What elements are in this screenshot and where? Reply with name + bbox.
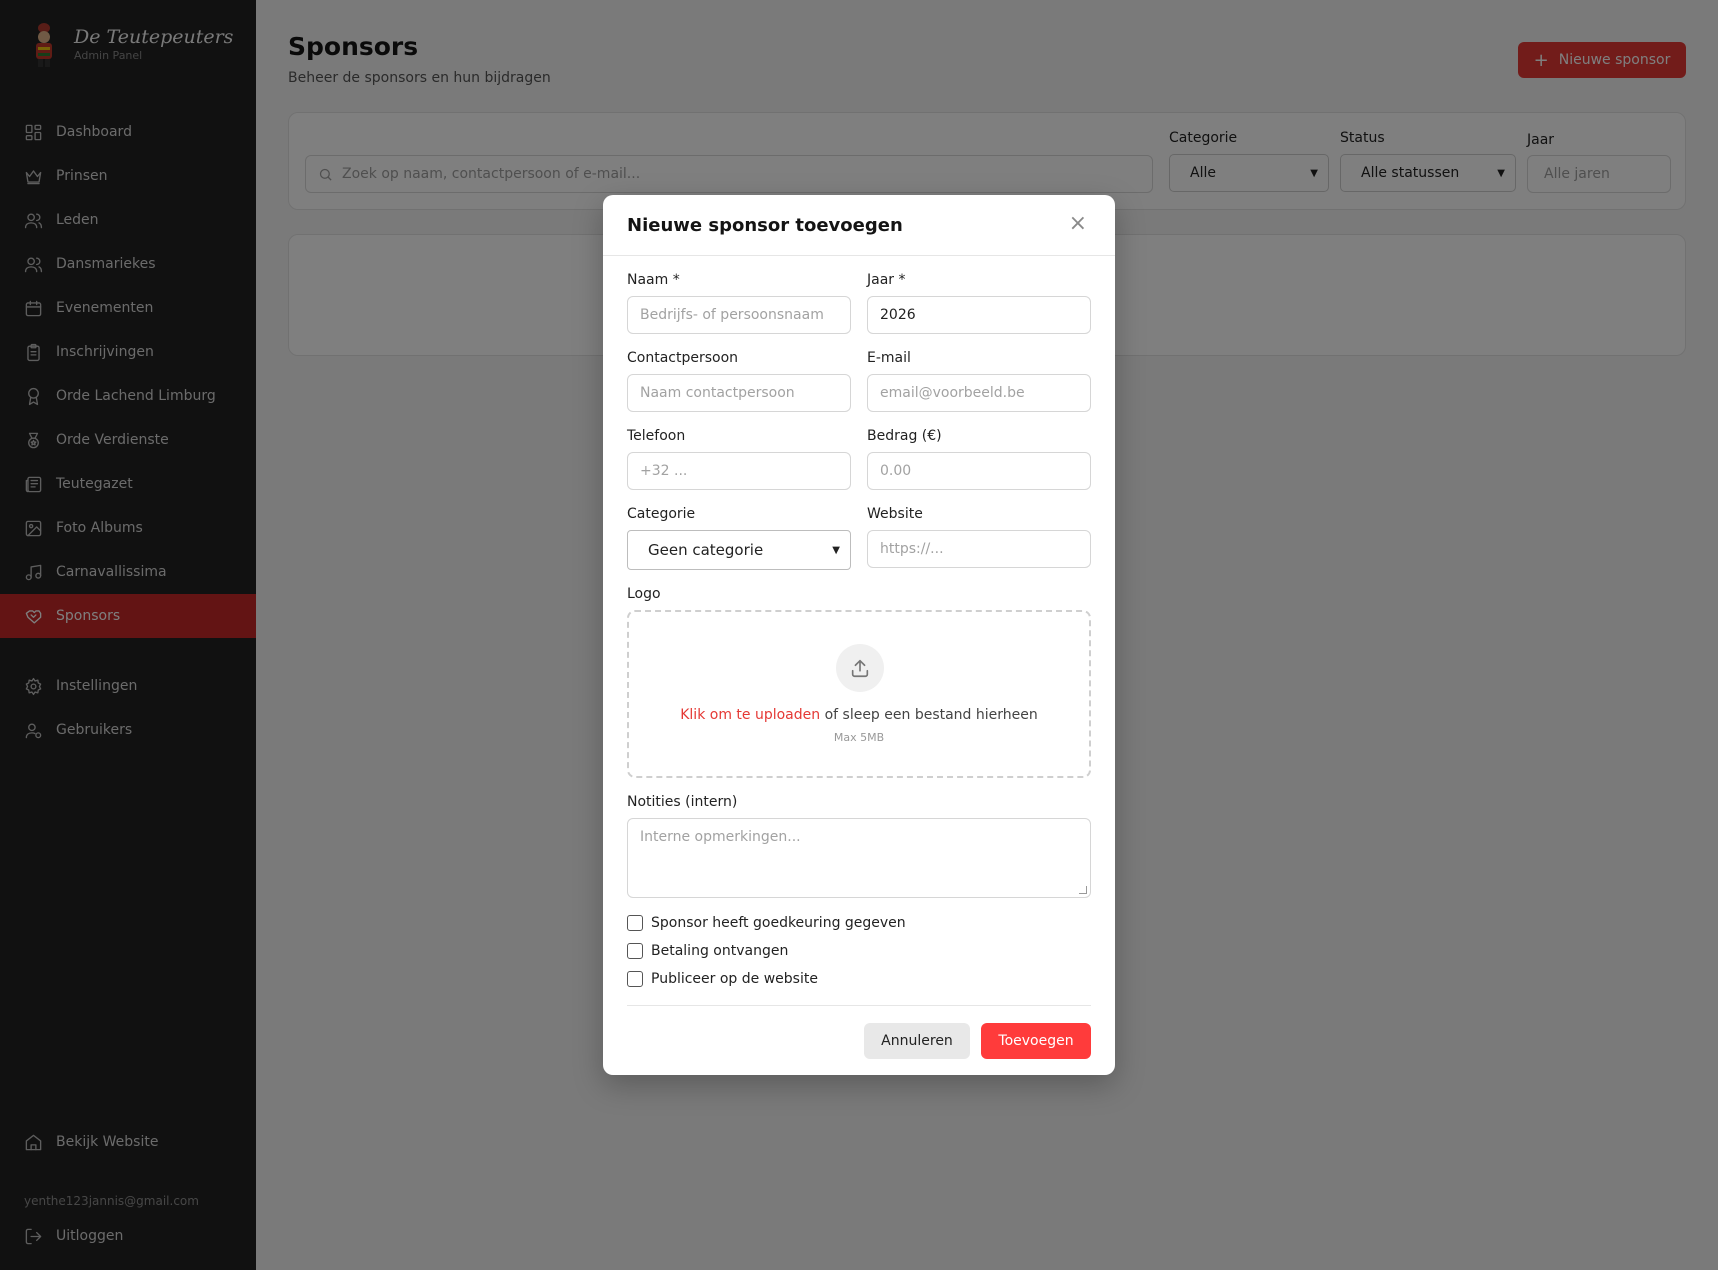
checkbox-box[interactable] <box>627 915 643 931</box>
upload-icon-wrap <box>836 644 884 692</box>
submit-button[interactable]: Toevoegen <box>981 1023 1091 1059</box>
upload-rest: of sleep een bestand hierheen <box>820 707 1038 723</box>
publish-label: Publiceer op de website <box>651 971 818 987</box>
checkbox-box[interactable] <box>627 943 643 959</box>
amount-input[interactable]: 0.00 <box>867 452 1091 490</box>
notes-textarea[interactable]: Interne opmerkingen... <box>627 818 1091 898</box>
payment-checkbox[interactable]: Betaling ontvangen <box>627 943 788 959</box>
contact-input[interactable]: Naam contactpersoon <box>627 374 851 412</box>
new-sponsor-modal: Nieuwe sponsor toevoegen × Naam * Bedrij… <box>603 195 1115 1075</box>
resize-handle[interactable] <box>1079 886 1087 894</box>
category-label: Categorie <box>627 506 696 522</box>
year-label: Jaar * <box>867 272 906 288</box>
year-input[interactable]: 2026 <box>867 296 1091 334</box>
payment-label: Betaling ontvangen <box>651 943 789 959</box>
name-input[interactable]: Bedrijfs- of persoonsnaam <box>627 296 851 334</box>
approval-label: Sponsor heeft goedkeuring gegeven <box>651 915 906 931</box>
name-placeholder: Bedrijfs- of persoonsnaam <box>640 307 824 323</box>
website-placeholder: https://... <box>880 541 944 557</box>
logo-dropzone[interactable]: Klik om te uploaden of sleep een bestand… <box>627 610 1091 778</box>
email-label: E-mail <box>867 350 911 366</box>
upload-link[interactable]: Klik om te uploaden <box>680 707 820 723</box>
category-select[interactable]: Geen categorie ▼ <box>627 530 851 570</box>
chevron-down-icon: ▼ <box>832 544 840 556</box>
upload-icon <box>851 659 869 678</box>
approval-checkbox[interactable]: Sponsor heeft goedkeuring gegeven <box>627 915 906 931</box>
modal-header: Nieuwe sponsor toevoegen × <box>603 195 1115 256</box>
website-label: Website <box>867 506 923 522</box>
email-placeholder: email@voorbeeld.be <box>880 385 1025 401</box>
amount-label: Bedrag (€) <box>867 428 942 444</box>
publish-checkbox[interactable]: Publiceer op de website <box>627 971 818 987</box>
notes-label: Notities (intern) <box>627 794 738 810</box>
phone-label: Telefoon <box>627 428 686 444</box>
upload-text: Klik om te uploaden of sleep een bestand… <box>629 707 1089 723</box>
contact-label: Contactpersoon <box>627 350 739 366</box>
website-input[interactable]: https://... <box>867 530 1091 568</box>
email-field[interactable]: email@voorbeeld.be <box>867 374 1091 412</box>
modal-title: Nieuwe sponsor toevoegen <box>627 215 903 236</box>
year-value: 2026 <box>880 307 916 323</box>
cancel-button[interactable]: Annuleren <box>864 1023 970 1059</box>
upload-max: Max 5MB <box>833 731 885 744</box>
contact-placeholder: Naam contactpersoon <box>640 385 795 401</box>
modal-divider <box>627 1005 1091 1006</box>
amount-placeholder: 0.00 <box>880 463 912 479</box>
logo-label: Logo <box>627 586 661 602</box>
phone-input[interactable]: +32 ... <box>627 452 851 490</box>
notes-placeholder: Interne opmerkingen... <box>640 829 801 845</box>
category-value: Geen categorie <box>648 541 764 559</box>
name-label: Naam * <box>627 272 680 288</box>
close-icon[interactable]: × <box>1069 211 1087 236</box>
phone-placeholder: +32 ... <box>640 463 688 479</box>
checkbox-box[interactable] <box>627 971 643 987</box>
